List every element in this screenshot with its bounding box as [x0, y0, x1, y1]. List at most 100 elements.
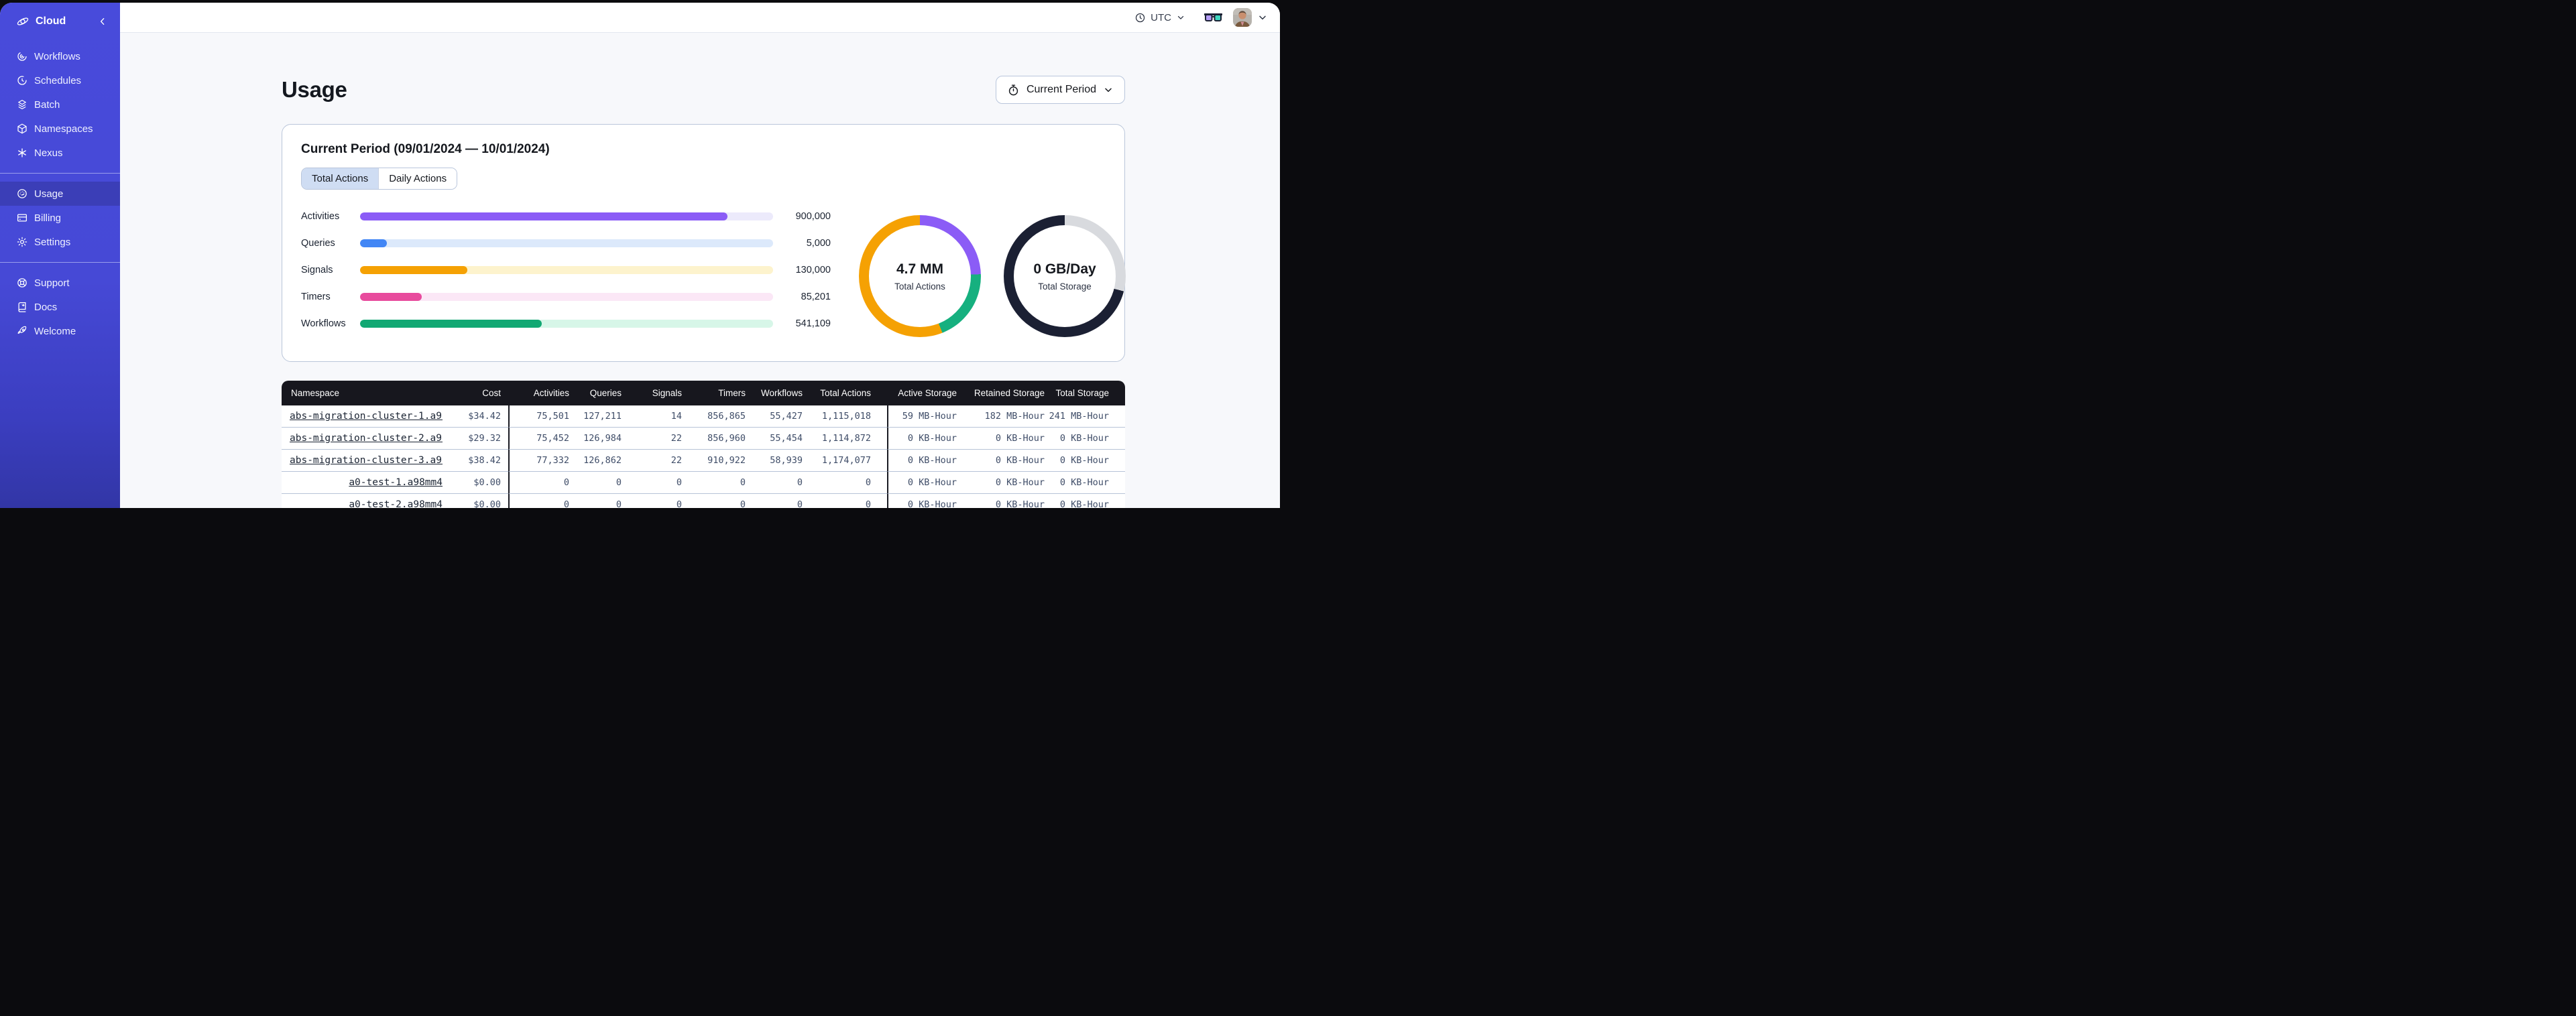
period-selector-label: Current Period [1026, 84, 1096, 95]
timezone-selector[interactable]: UTC [1134, 12, 1185, 23]
sidebar-item-batch[interactable]: Batch [0, 92, 120, 117]
sidebar-item-nexus[interactable]: Nexus [0, 141, 120, 165]
actions-bar-chart: Activities 900,000 Queries 5,000 Signals [301, 207, 831, 345]
table-cell: 241 MB-Hour [1045, 405, 1125, 428]
table-cell: 75,452 [508, 428, 569, 450]
table-cell: 910,922 [682, 450, 746, 472]
total-storage-value: 0 GB/Day [1033, 261, 1096, 277]
usage-charts: Activities 900,000 Queries 5,000 Signals [301, 207, 1126, 345]
avatar[interactable] [1233, 8, 1252, 27]
sidebar-group-help: Support Docs Welcome [0, 267, 120, 347]
support-lifebuoy-icon [16, 277, 28, 289]
namespace-link[interactable]: a0-test-1.a98mm4 [349, 477, 443, 488]
namespace-link[interactable]: abs-migration-cluster-3.a98mm4 [290, 455, 443, 466]
namespace-link[interactable]: abs-migration-cluster-1.a98mm4 [290, 411, 443, 422]
usage-gauge-icon [16, 188, 28, 200]
sidebar-item-usage[interactable]: Usage [0, 182, 120, 206]
sidebar-item-label: Schedules [34, 74, 82, 86]
content: Usage Current Period Current Period (09/… [120, 33, 1280, 508]
bar-row-queries: Queries 5,000 [301, 238, 831, 249]
period-selector-button[interactable]: Current Period [995, 76, 1125, 104]
table-cell: 0 [569, 472, 622, 494]
timezone-label: UTC [1151, 11, 1171, 23]
table-cell: $34.42 [443, 405, 508, 428]
sidebar-header-cloud[interactable]: Cloud [0, 3, 120, 40]
sidebar-divider [0, 262, 120, 263]
sidebar-divider [0, 173, 120, 174]
screenshot-stage: Cloud Workflows Schedules Batch Namespac… [0, 0, 1288, 508]
table-cell: 0 [622, 472, 682, 494]
nexus-asterisk-icon [16, 147, 28, 159]
nerd-glasses-icon[interactable] [1204, 12, 1222, 23]
sidebar-item-label: Billing [34, 212, 62, 224]
sidebar-item-support[interactable]: Support [0, 271, 120, 295]
namespace-link[interactable]: a0-test-2.a98mm4 [349, 499, 443, 508]
table-cell: 0 KB-Hour [957, 472, 1045, 494]
total-storage-donut: 0 GB/Day Total Storage [1004, 215, 1126, 337]
sidebar-item-docs[interactable]: Docs [0, 295, 120, 319]
namespace-link[interactable]: abs-migration-cluster-2.a98mm4 [290, 433, 443, 444]
sidebar-item-billing[interactable]: Billing [0, 206, 120, 230]
bar-fill [360, 293, 422, 301]
col-total-actions: Total Actions [803, 381, 887, 405]
table-cell: 22 [622, 428, 682, 450]
tab-total-actions[interactable]: Total Actions [302, 168, 379, 189]
col-cost: Cost [443, 381, 508, 405]
bar-track [360, 320, 773, 328]
sidebar-item-namespaces[interactable]: Namespaces [0, 117, 120, 141]
bar-label: Activities [301, 211, 340, 222]
table-cell: a0-test-2.a98mm4 [282, 494, 443, 508]
docs-book-icon [16, 301, 28, 313]
actions-tabs: Total Actions Daily Actions [301, 168, 458, 190]
table-cell: 0 [622, 494, 682, 508]
app-window: Cloud Workflows Schedules Batch Namespac… [0, 3, 1280, 508]
table-cell: 126,984 [569, 428, 622, 450]
table-cell: 0 [682, 494, 746, 508]
table-cell: abs-migration-cluster-1.a98mm4 [282, 405, 443, 428]
chevron-left-icon[interactable] [97, 16, 108, 27]
table-cell: 1,114,872 [803, 428, 887, 450]
table-cell: 0 KB-Hour [1045, 428, 1125, 450]
sidebar-header-label: Cloud [36, 15, 66, 27]
total-storage-label: Total Storage [1038, 281, 1092, 292]
table-header-row: Namespace Cost Activities Queries Signal… [282, 381, 1125, 405]
account-chevron-down-icon[interactable] [1257, 12, 1268, 23]
bar-label: Signals [301, 265, 333, 275]
table-cell: 182 MB-Hour [957, 405, 1045, 428]
sidebar-item-welcome[interactable]: Welcome [0, 319, 120, 343]
table-cell: 55,427 [746, 405, 803, 428]
table-cell: a0-test-1.a98mm4 [282, 472, 443, 494]
table-row: a0-test-1.a98mm4 $0.00 0 0 0 0 0 0 0 KB-… [282, 472, 1125, 494]
bar-label: Workflows [301, 318, 346, 329]
sidebar-item-schedules[interactable]: Schedules [0, 68, 120, 92]
bar-track [360, 293, 773, 301]
donut-center: 4.7 MM Total Actions [869, 225, 971, 327]
table-cell: 0 KB-Hour [887, 428, 957, 450]
bar-track [360, 212, 773, 220]
sidebar-item-label: Settings [34, 236, 71, 248]
table-cell: $29.32 [443, 428, 508, 450]
sidebar-item-settings[interactable]: Settings [0, 230, 120, 254]
col-activities: Activities [508, 381, 569, 405]
donut-charts: 4.7 MM Total Actions 0 GB/Day Total Stor… [859, 215, 1126, 337]
table-cell: 0 [746, 472, 803, 494]
table-cell: 0 [508, 494, 569, 508]
bar-value: 900,000 [795, 211, 831, 222]
bar-track [360, 239, 773, 247]
bar-fill [360, 239, 388, 247]
stopwatch-icon [1007, 84, 1020, 97]
bar-track [360, 266, 773, 274]
col-total-storage: Total Storage [1045, 381, 1125, 405]
table-cell: 126,862 [569, 450, 622, 472]
table-cell: 0 [803, 494, 887, 508]
namespaces-cube-icon [16, 123, 28, 135]
sidebar-item-workflows[interactable]: Workflows [0, 44, 120, 68]
table-row: abs-migration-cluster-3.a98mm4 $38.42 77… [282, 450, 1125, 472]
donut-center: 0 GB/Day Total Storage [1014, 225, 1116, 327]
table-cell: 0 KB-Hour [1045, 494, 1125, 508]
bar-fill [360, 212, 728, 220]
total-actions-donut: 4.7 MM Total Actions [859, 215, 981, 337]
bar-row-workflows: Workflows 541,109 [301, 318, 831, 329]
tab-daily-actions[interactable]: Daily Actions [378, 168, 457, 189]
col-timers: Timers [682, 381, 746, 405]
